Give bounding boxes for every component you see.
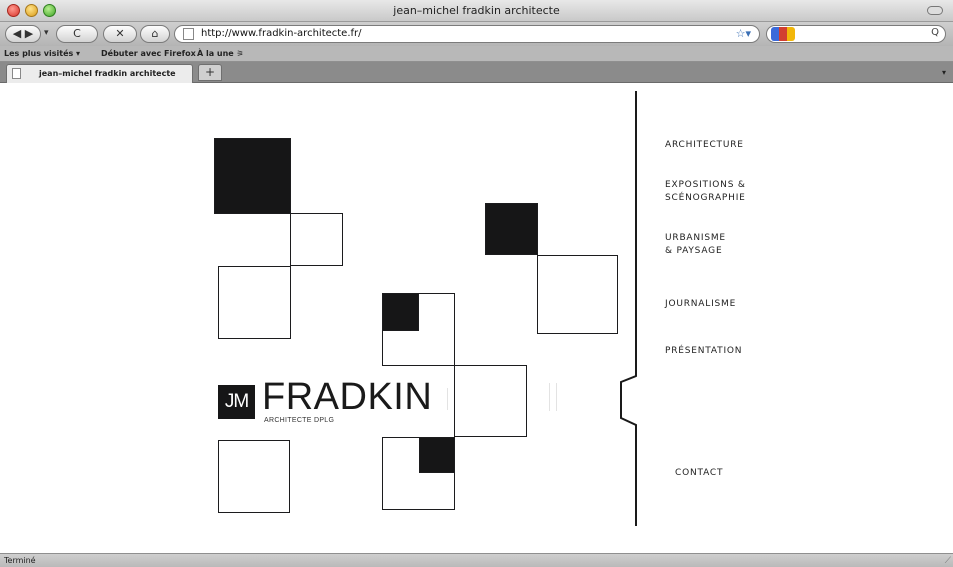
page-icon	[12, 68, 21, 79]
reload-icon: C	[73, 27, 81, 40]
page-favicon-icon	[183, 28, 194, 40]
menu-contact[interactable]: CONTACT	[675, 467, 723, 480]
menu-urbanisme[interactable]: URBANISME & PAYSAGE	[665, 232, 726, 258]
status-bar: Terminé ⟋	[0, 553, 953, 567]
toolbar-toggle-button[interactable]	[927, 6, 943, 15]
resize-grip-icon[interactable]: ⟋	[945, 556, 951, 566]
bookmark-most-visited[interactable]: Les plus visités ▾	[4, 49, 80, 58]
home-button[interactable]: ⌂	[140, 25, 170, 43]
search-icon[interactable]: Q	[931, 27, 939, 38]
stop-button[interactable]: ✕	[103, 25, 137, 43]
menu-expositions-line1: EXPOSITIONS &	[665, 180, 746, 190]
tab-list-icon[interactable]: ▾	[942, 68, 946, 77]
menu-architecture[interactable]: ARCHITECTURE	[665, 139, 744, 152]
menu-journalisme[interactable]: JOURNALISME	[665, 298, 736, 311]
url-text[interactable]: http://www.fradkin-architecte.fr/	[201, 28, 362, 39]
stop-icon: ✕	[115, 27, 125, 40]
home-icon: ⌂	[151, 27, 159, 40]
browser-window: jean–michel fradkin architecte ◀ ▶ ▾ C ✕…	[0, 0, 953, 567]
back-forward-button[interactable]: ◀ ▶	[5, 25, 41, 43]
window-title: jean–michel fradkin architecte	[393, 4, 560, 17]
search-bar[interactable]: Q	[766, 25, 946, 43]
url-bar[interactable]: http://www.fradkin-architecte.fr/ ☆▾	[174, 25, 760, 43]
bookmarks-bar: Les plus visités ▾ Débuter avec Firefox …	[0, 46, 953, 62]
menu-expositions[interactable]: EXPOSITIONS & SCÉNOGRAPHIE	[665, 179, 746, 205]
tab-label: jean–michel fradkin architecte	[39, 69, 176, 78]
bookmark-star-icon[interactable]: ☆▾	[736, 27, 751, 40]
bookmark-getting-started[interactable]: Débuter avec Firefox	[101, 49, 196, 58]
menu-urbanisme-line2: & PAYSAGE	[665, 246, 723, 256]
menu-expositions-line2: SCÉNOGRAPHIE	[665, 193, 746, 203]
new-tab-button[interactable]: +	[198, 64, 222, 81]
navigation-toolbar: ◀ ▶ ▾ C ✕ ⌂ http://www.fradkin-architect…	[0, 22, 953, 46]
page-content: JM FRADKIN ARCHITECTE DPLG ARCHITECTURE …	[0, 83, 953, 553]
menu-urbanisme-line1: URBANISME	[665, 233, 726, 243]
history-dropdown-icon[interactable]: ▾	[44, 28, 49, 38]
status-text: Terminé	[4, 556, 36, 565]
tab-active[interactable]: jean–michel fradkin architecte	[6, 64, 193, 83]
reload-button[interactable]: C	[56, 25, 98, 43]
menu-presentation[interactable]: PRÉSENTATION	[665, 345, 742, 358]
menu-divider-line	[620, 91, 637, 526]
tab-bar: jean–michel fradkin architecte + ▾	[0, 62, 953, 83]
search-engine-icon[interactable]	[771, 27, 795, 41]
title-bar: jean–michel fradkin architecte	[0, 0, 953, 22]
bookmark-latest-headlines[interactable]: À la une ⚞	[197, 49, 244, 58]
